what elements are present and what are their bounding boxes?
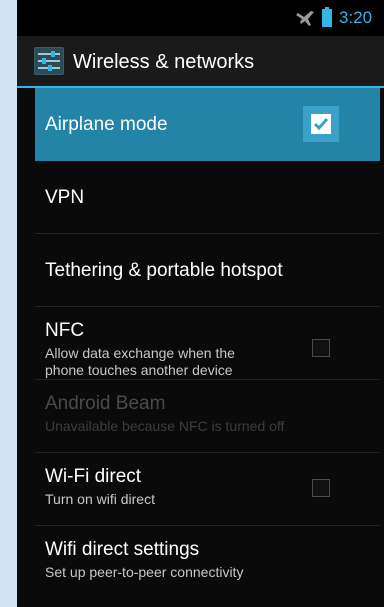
setting-title: Wifi direct settings xyxy=(45,539,200,560)
summary-line-1: Allow data exchange when the xyxy=(45,345,235,361)
action-bar: Wireless & networks xyxy=(17,36,384,88)
summary-line-2: phone touches another device xyxy=(45,362,233,378)
setting-summary: Turn on wifi direct xyxy=(45,491,155,507)
setting-wifi-direct[interactable]: Wi-Fi direct Turn on wifi direct xyxy=(35,453,380,526)
airplane-mode-checkbox[interactable] xyxy=(303,106,339,142)
setting-title: Wi-Fi direct xyxy=(45,466,142,487)
wifi-direct-checkbox[interactable] xyxy=(312,479,330,497)
setting-title: NFC xyxy=(45,320,85,341)
airplane-icon xyxy=(296,11,314,26)
status-time: 3:20 xyxy=(339,8,373,27)
setting-title: Android Beam xyxy=(45,393,166,414)
nfc-checkbox[interactable] xyxy=(312,339,330,357)
setting-airplane-mode[interactable]: Airplane mode xyxy=(35,88,380,161)
setting-wifi-direct-settings[interactable]: Wifi direct settings Set up peer-to-peer… xyxy=(35,526,380,599)
setting-summary: Unavailable because NFC is turned off xyxy=(45,418,285,434)
phone-screen: 3:20 Wireless & networks Airplane mode V… xyxy=(17,0,384,607)
setting-summary: Set up peer-to-peer connectivity xyxy=(45,564,244,580)
setting-vpn[interactable]: VPN xyxy=(35,161,380,234)
setting-android-beam: Android Beam Unavailable because NFC is … xyxy=(35,380,380,453)
page-title: Wireless & networks xyxy=(73,51,255,73)
setting-nfc[interactable]: NFC Allow data exchange when the phone to… xyxy=(35,307,380,380)
settings-sliders-icon[interactable] xyxy=(34,47,64,75)
battery-icon xyxy=(322,7,332,27)
status-bar: 3:20 xyxy=(17,0,384,36)
settings-list: Airplane mode VPN Tethering & portable h… xyxy=(35,88,380,599)
setting-title: Tethering & portable hotspot xyxy=(45,260,283,281)
setting-title: Airplane mode xyxy=(45,114,168,135)
checkmark-icon xyxy=(311,114,331,134)
setting-summary: Allow data exchange when the phone touche… xyxy=(45,345,235,379)
setting-tethering[interactable]: Tethering & portable hotspot xyxy=(35,234,380,307)
setting-title: VPN xyxy=(45,187,85,208)
